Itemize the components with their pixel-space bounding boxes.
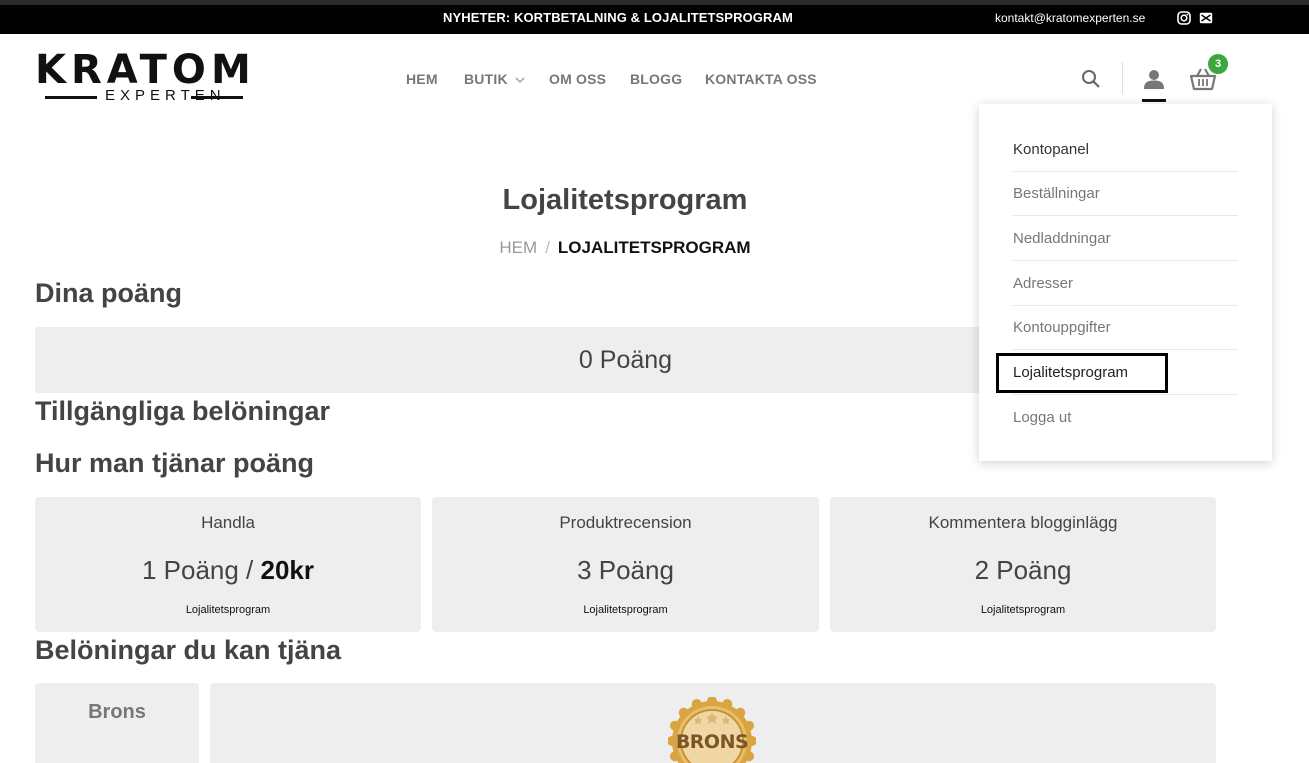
earn-card-footer: Lojalitetsprogram (980, 604, 1066, 616)
menu-item-logga-ut[interactable]: Logga ut (1013, 395, 1238, 440)
nav-item-butik[interactable]: BUTIK (464, 71, 525, 87)
logo-rule-right (191, 96, 243, 99)
account-icon[interactable] (1143, 68, 1165, 95)
bronze-badge-text: BRONS (675, 731, 749, 753)
logo-rule-left (45, 96, 97, 99)
reward-tier-tab[interactable]: Brons (35, 683, 199, 763)
mail-icon[interactable] (1199, 11, 1213, 25)
nav-item-blogg[interactable]: BLOGG (630, 71, 682, 87)
account-active-indicator (1142, 99, 1166, 102)
earn-card-value: 2 Poäng (974, 555, 1072, 585)
site-logo[interactable]: KRATOM EXPERTEN (35, 50, 255, 106)
header-divider (1122, 62, 1123, 94)
logo-wordmark: KRATOM (35, 47, 256, 93)
breadcrumb-home-link[interactable]: HEM (499, 238, 537, 257)
earn-card-value-amount: 20kr (260, 555, 315, 585)
section-heading-how-to-earn: Hur man tjänar poäng (35, 448, 315, 478)
cart-count-badge: 3 (1208, 54, 1228, 74)
account-dropdown-menu: Kontopanel Beställningar Nedladdningar A… (979, 104, 1272, 461)
nav-item-butik-label: BUTIK (464, 71, 508, 87)
earn-card-footer: Lojalitetsprogram (583, 604, 668, 616)
earn-card-footer: Lojalitetsprogram (185, 604, 271, 616)
menu-item-bestallningar[interactable]: Beställningar (1013, 171, 1238, 216)
menu-item-nedladdningar[interactable]: Nedladdningar (1013, 216, 1238, 261)
earn-card-value-text: 1 Poäng / (141, 555, 261, 585)
section-heading-rewards-to-earn: Belöningar du kan tjäna (35, 635, 342, 665)
earn-card-title: Kommentera blogginlägg (928, 513, 1118, 532)
announcement-text[interactable]: NYHETER: KORTBETALNING & LOJALITETSPROGR… (443, 10, 793, 25)
contact-email-link[interactable]: kontakt@kratomexperten.se (995, 11, 1145, 25)
earn-card-value: 1 Poäng / 20kr (35, 555, 421, 586)
breadcrumb-current: LOJALITETSPROGRAM (557, 238, 751, 257)
nav-item-kontakta-oss[interactable]: KONTAKTA OSS (705, 71, 817, 87)
search-icon[interactable] (1081, 69, 1101, 94)
section-heading-your-points: Dina poäng (35, 278, 182, 308)
breadcrumb-separator: / (545, 238, 550, 257)
top-strip (0, 0, 1309, 5)
earn-card-handla: Handla 1 Poäng / 20kr Lojalitetsprogram (35, 497, 421, 632)
section-heading-available-rewards: Tillgängliga belöningar (35, 396, 331, 426)
announcement-bar: NYHETER: KORTBETALNING & LOJALITETSPROGR… (0, 0, 1309, 34)
menu-item-kontopanel[interactable]: Kontopanel (1013, 127, 1238, 172)
reward-tier-panel: BRONS (210, 683, 1216, 763)
chevron-down-icon (515, 77, 525, 83)
nav-item-om-oss[interactable]: OM OSS (549, 71, 606, 87)
earn-card-title: Handla (201, 513, 255, 532)
selected-item-highlight (996, 353, 1168, 393)
bronze-badge-icon: BRONS (667, 696, 757, 763)
menu-item-adresser[interactable]: Adresser (1013, 261, 1238, 306)
menu-item-kontouppgifter[interactable]: Kontouppgifter (1013, 305, 1238, 350)
nav-item-hem[interactable]: HEM (406, 71, 438, 87)
earn-card-produktrecension: Produktrecension 3 Poäng Lojalitetsprogr… (432, 497, 819, 632)
earn-card-title: Produktrecension (559, 513, 692, 532)
earn-card-kommentera: Kommentera blogginlägg 2 Poäng Lojalitet… (830, 497, 1216, 632)
reward-tier-label: Brons (88, 701, 146, 723)
earn-card-value: 3 Poäng (577, 555, 674, 585)
instagram-icon[interactable] (1177, 11, 1191, 25)
